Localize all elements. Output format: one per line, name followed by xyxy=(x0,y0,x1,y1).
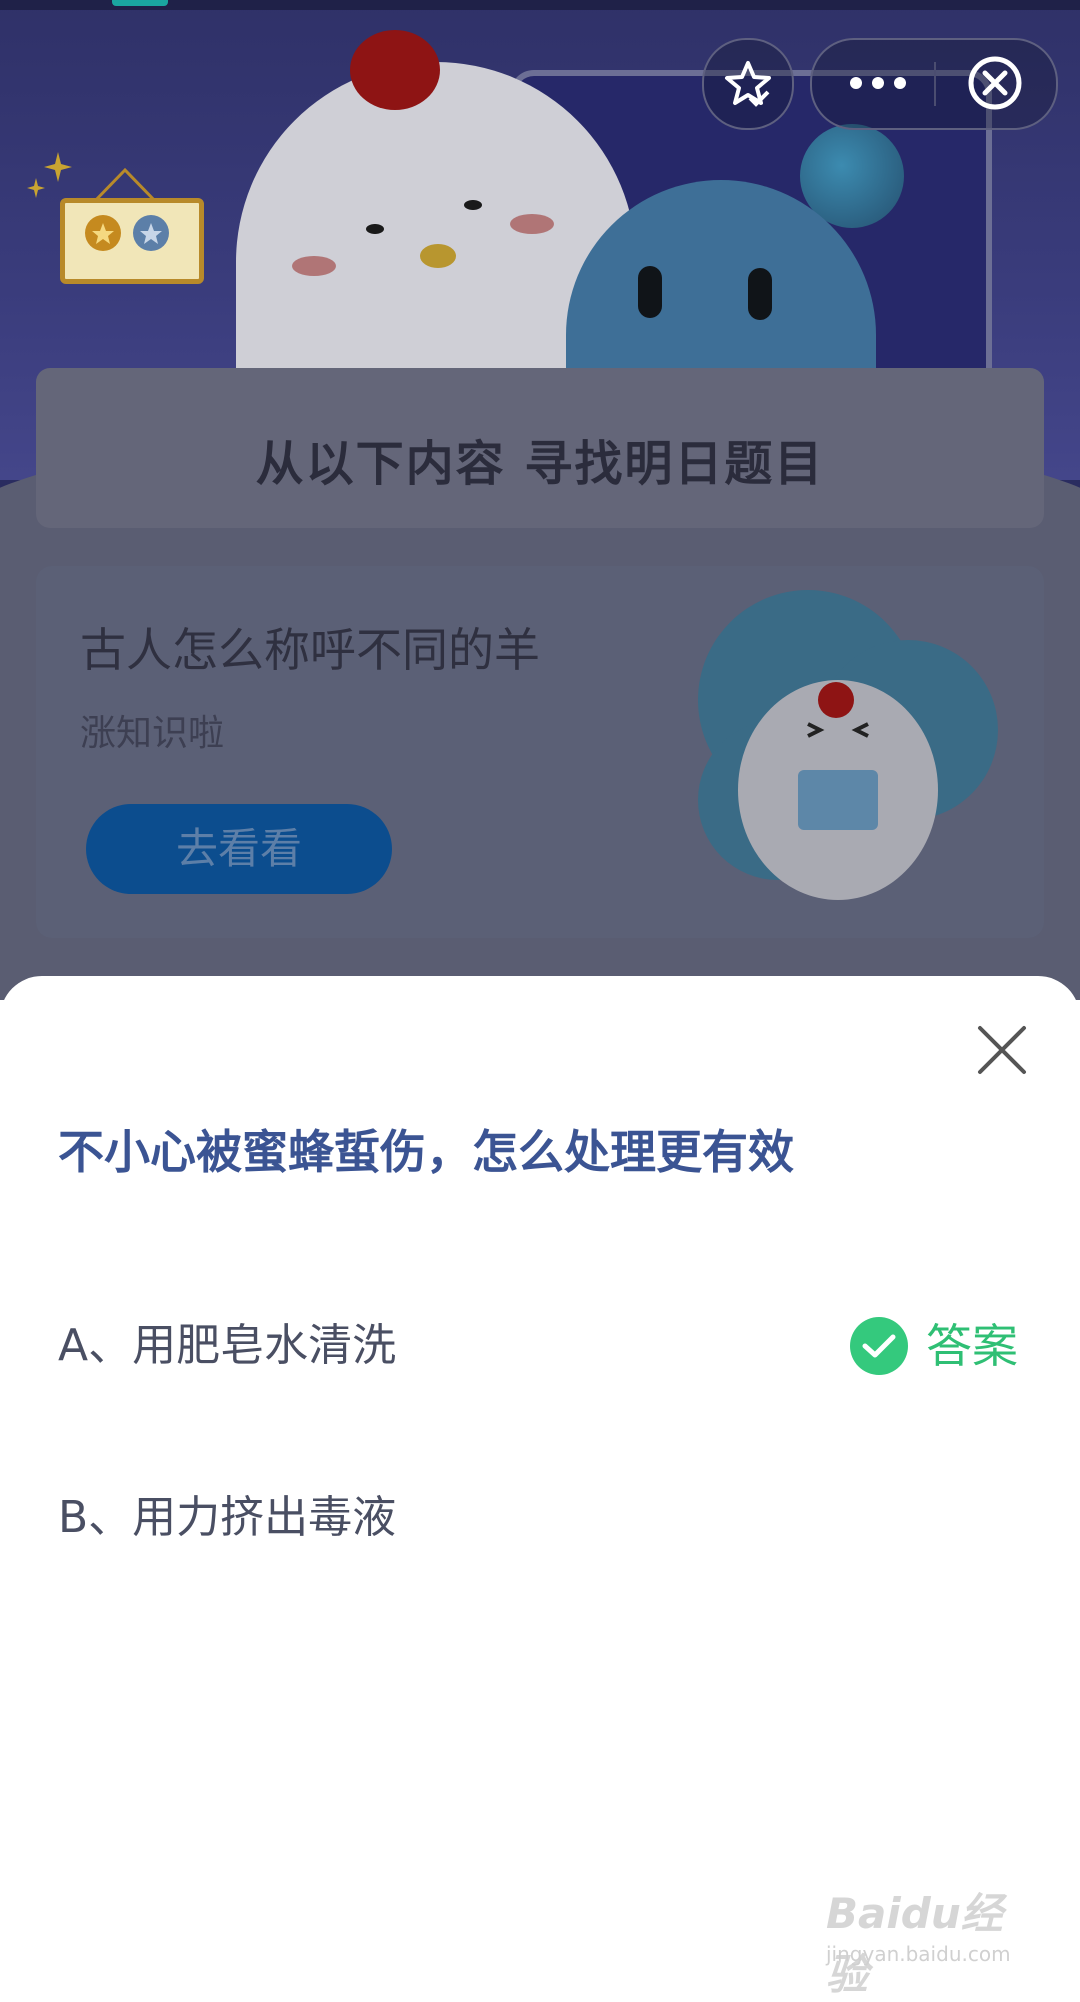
hint-banner: 从以下内容 寻找明日题目 xyxy=(36,368,1044,528)
star-check-icon xyxy=(725,61,771,107)
watermark-sub: jingyan.baidu.com xyxy=(826,1942,1011,1966)
option-b-label: B、用力挤出毒液 xyxy=(58,1492,397,1543)
option-b[interactable]: B、用力挤出毒液 xyxy=(58,1478,1018,1558)
option-a[interactable]: A、用肥皂水清洗 答案 xyxy=(58,1306,1018,1386)
article-card[interactable]: 古人怎么称呼不同的羊 涨知识啦 去看看 xyxy=(36,566,1044,938)
quiz-sheet: 不小心被蜜蜂蜇伤，怎么处理更有效 A、用肥皂水清洗 答案 B、用力挤出毒液 xyxy=(0,976,1080,2001)
background-page: 从以下内容 寻找明日题目 古人怎么称呼不同的羊 涨知识啦 去看看 xyxy=(0,0,1080,1000)
chick-eye xyxy=(464,200,482,210)
status-indicator xyxy=(112,0,168,6)
close-icon[interactable] xyxy=(976,1024,1028,1076)
check-circle-icon xyxy=(850,1317,908,1375)
favorite-capsule[interactable] xyxy=(702,38,794,130)
chick-cheek xyxy=(510,214,554,234)
sparkle-icon xyxy=(27,152,72,198)
chick-eye xyxy=(366,224,384,234)
capsule-divider xyxy=(934,62,936,106)
card-title: 古人怎么称呼不同的羊 xyxy=(80,623,540,677)
question-text: 不小心被蜜蜂蜇伤，怎么处理更有效 xyxy=(58,1125,794,1179)
blue-mascot-eye xyxy=(638,266,662,318)
medal-board-icon xyxy=(60,198,204,284)
answer-mark: 答案 xyxy=(850,1306,1018,1386)
card-subtitle: 涨知识啦 xyxy=(80,713,225,754)
answer-label: 答案 xyxy=(926,1319,1018,1373)
chick-cheek xyxy=(292,256,336,276)
blue-mascot-eye xyxy=(748,268,772,320)
close-circle-icon[interactable] xyxy=(966,54,1024,112)
chick-beak xyxy=(420,244,456,268)
watermark-main: Baidu经验 xyxy=(826,1889,1003,1999)
option-a-label: A、用肥皂水清洗 xyxy=(58,1320,397,1371)
go-see-button[interactable]: 去看看 xyxy=(86,804,392,894)
chick-comb xyxy=(350,30,440,110)
baidu-watermark: Baidu经验 jingyan.baidu.com xyxy=(826,1880,1026,1999)
hint-banner-title: 从以下内容 寻找明日题目 xyxy=(255,436,825,492)
reading-chick-illustration xyxy=(698,590,998,900)
menu-capsule xyxy=(810,38,1058,130)
more-dots-icon[interactable] xyxy=(848,68,908,98)
